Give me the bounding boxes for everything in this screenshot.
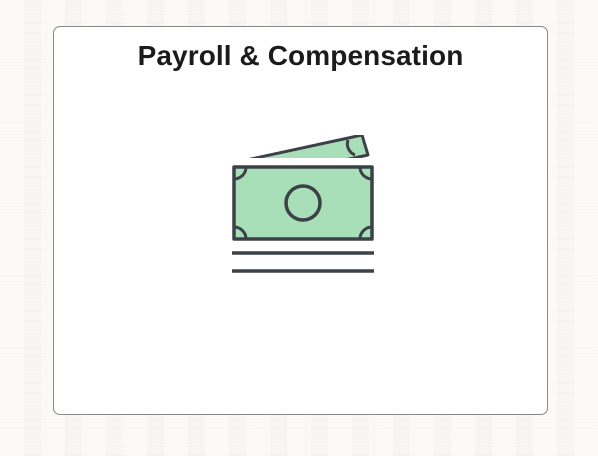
tile-title: Payroll & Compensation xyxy=(137,40,464,71)
front-bill-shape xyxy=(232,165,374,241)
cash-money-icon xyxy=(228,135,376,277)
payroll-compensation-tile[interactable]: Payroll & Compensation xyxy=(53,26,548,415)
